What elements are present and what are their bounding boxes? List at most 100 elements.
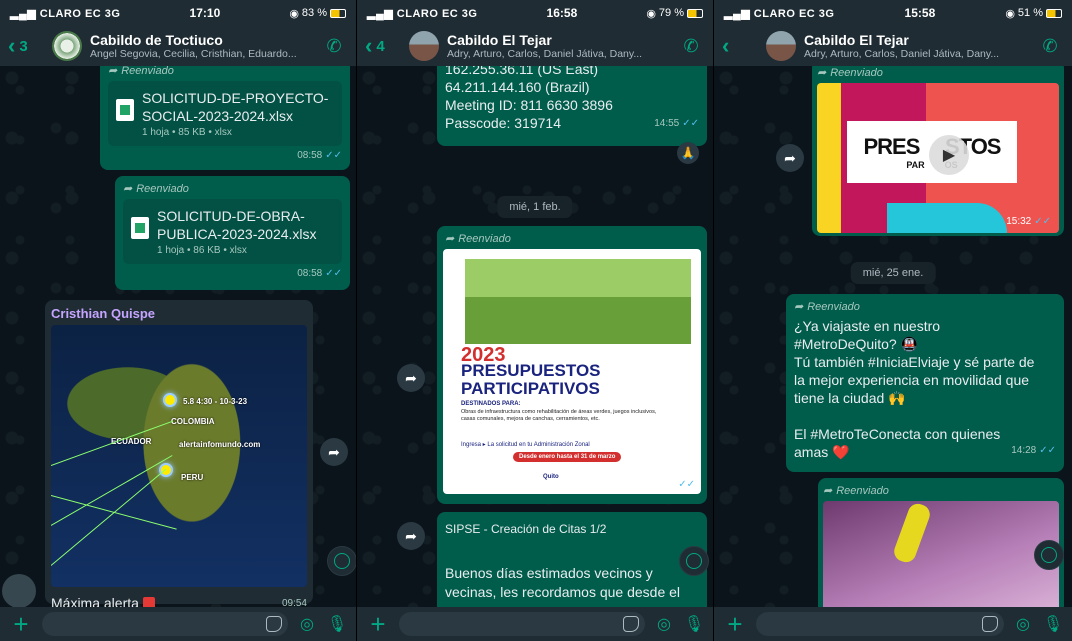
file-card[interactable]: SOLICITUD-DE-OBRA-PUBLICA-2023-2024.xlsx… — [123, 199, 342, 264]
sticker-icon[interactable] — [623, 616, 639, 632]
text-line: #MetroDeQuito? 🚇 — [794, 336, 919, 352]
poster-destinados: DESTINADOS PARA: — [461, 401, 521, 407]
screenshot-collage: ▂▄▆ CLARO EC 3G 17:10 ◉ 83 % ‹ 3 Cabildo … — [0, 0, 1072, 641]
text-line: 162.255.36.11 (US East) — [445, 66, 599, 77]
forward-share-icon[interactable]: ➦ — [776, 144, 804, 172]
play-icon[interactable]: ▶ — [929, 135, 969, 175]
add-call-icon[interactable]: ✆ — [1036, 36, 1064, 57]
unread-count: 4 — [376, 37, 385, 55]
camera-icon[interactable]: ◎ — [653, 614, 675, 634]
sender-name: Cristhian Quispe — [51, 306, 156, 321]
chat-header[interactable]: ‹ 4 Cabildo El Tejar Adry, Arturo, Carlos… — [357, 26, 713, 66]
attach-plus-icon[interactable]: + — [8, 609, 34, 640]
forward-share-icon[interactable]: ➦ — [397, 364, 425, 392]
message-input[interactable] — [756, 612, 1004, 636]
back-button[interactable]: ‹ 4 — [365, 33, 409, 59]
microphone-icon[interactable]: 🎙 — [1042, 614, 1064, 634]
microphone-icon[interactable]: 🎙 — [683, 614, 705, 634]
sticker-icon[interactable] — [266, 616, 282, 632]
battery-icon — [687, 8, 703, 18]
group-info[interactable]: Cabildo El Tejar Adry, Arturo, Carlos, D… — [804, 32, 1036, 60]
spreadsheet-icon — [131, 217, 149, 239]
poster-dates: Desde enero hasta el 31 de marzo — [513, 452, 622, 462]
chat-header[interactable]: ‹ 3 Cabildo de Toctiuco Angel Segovia, Ce… — [0, 26, 356, 66]
text-line: Meeting ID: 811 6630 3896 — [445, 97, 613, 113]
scroll-down-button[interactable] — [1034, 540, 1064, 570]
clock: 15:58 — [904, 6, 936, 20]
clock: 16:58 — [546, 6, 578, 20]
message-input[interactable] — [42, 612, 288, 636]
chevron-left-icon: ‹ — [8, 33, 16, 58]
message-text-bubble[interactable]: ➦ Reenviado ¿Ya viajaste en nuestro #Metr… — [786, 294, 1064, 472]
camera-icon[interactable]: ◎ — [1012, 614, 1034, 634]
sender-avatar[interactable] — [2, 574, 36, 607]
map-line — [51, 455, 173, 526]
message-file-bubble[interactable]: ➦ Reenviado SOLICITUD-DE-PROYECTO-SOCIAL-… — [100, 66, 350, 170]
read-ticks-icon: ✓✓ — [682, 118, 699, 129]
attach-plus-icon[interactable]: + — [722, 609, 748, 640]
forward-share-icon[interactable]: ➦ — [397, 522, 425, 550]
message-list[interactable]: ➦Reenviado PRES STOS PAR OS ▶ 15:32✓✓ ➦ … — [714, 66, 1072, 607]
composer-bar: + ◎ 🎙 — [357, 607, 713, 641]
microphone-icon[interactable]: 🎙 — [326, 614, 348, 634]
text-line — [794, 407, 1056, 425]
add-call-icon[interactable]: ✆ — [320, 36, 348, 57]
text-line: ¿Ya viajaste en nuestro — [794, 318, 941, 334]
message-file-bubble[interactable]: ➦ Reenviado SOLICITUD-DE-OBRA-PUBLICA-202… — [115, 176, 350, 290]
file-meta: 1 hoja • 86 KB • xlsx — [157, 245, 247, 256]
camera-icon[interactable]: ◎ — [296, 614, 318, 634]
message-text-bubble[interactable]: 162.255.36.11 (US East) 64.211.144.160 (… — [437, 66, 707, 146]
message-list[interactable]: 162.255.36.11 (US East) 64.211.144.160 (… — [357, 66, 713, 607]
chevron-left-icon: ‹ — [365, 33, 373, 58]
forward-share-icon[interactable]: ➦ — [320, 438, 348, 466]
carrier-signal: ▂▄▆ CLARO EC 3G — [10, 7, 121, 20]
group-avatar[interactable] — [52, 31, 82, 61]
file-meta: 1 hoja • 85 KB • xlsx — [142, 127, 232, 138]
message-video-bubble[interactable]: ➦Reenviado PRES STOS PAR OS ▶ 15:32✓✓ — [812, 66, 1064, 236]
message-image-bubble[interactable]: Cristhian Quispe 5.8 4:30 - 10-3-23 COLO… — [45, 300, 313, 607]
text-line: la mejor experiencia en movilidad que — [794, 372, 1030, 388]
add-call-icon[interactable]: ✆ — [677, 36, 705, 57]
poster-obras: Obras de infraestructura como rehabilita… — [461, 409, 657, 422]
presupuestos-video-thumbnail[interactable]: PRES STOS PAR OS ▶ 15:32✓✓ — [817, 83, 1059, 233]
group-info[interactable]: Cabildo de Toctiuco Angel Segovia, Cecil… — [90, 32, 320, 60]
back-button[interactable]: ‹ 3 — [8, 33, 52, 59]
map-label: COLOMBIA — [171, 417, 215, 426]
group-avatar[interactable] — [409, 31, 439, 61]
earthquake-map-image[interactable]: 5.8 4:30 - 10-3-23 COLOMBIA ECUADOR aler… — [51, 325, 307, 587]
attach-plus-icon[interactable]: + — [365, 609, 391, 640]
group-name: Cabildo de Toctiuco — [90, 32, 223, 48]
group-name: Cabildo El Tejar — [447, 32, 552, 48]
file-card[interactable]: SOLICITUD-DE-PROYECTO-SOCIAL-2023-2024.x… — [108, 81, 342, 146]
forwarded-photo[interactable] — [823, 501, 1059, 607]
group-avatar[interactable] — [766, 31, 796, 61]
group-info[interactable]: Cabildo El Tejar Adry, Arturo, Carlos, D… — [447, 32, 677, 60]
read-ticks-icon: ✓✓ — [678, 479, 695, 490]
forwarded-label: ➦ Reenviado — [123, 182, 189, 196]
message-input[interactable] — [399, 612, 645, 636]
message-image-bubble[interactable]: ➦ Reenviado 2023 PRESUPUESTOS PARTICIPATIV… — [437, 226, 707, 504]
battery-icon — [1046, 8, 1062, 18]
chat-header[interactable]: ‹ Cabildo El Tejar Adry, Arturo, Carlos,… — [714, 26, 1072, 66]
message-text-bubble[interactable]: SIPSE - Creación de Citas 1/2 Buenos día… — [437, 512, 707, 607]
scroll-down-button[interactable] — [679, 546, 709, 576]
battery-status: ◉ 51 % — [1005, 7, 1062, 20]
map-label: 5.8 4:30 - 10-3-23 — [183, 397, 248, 406]
map-line — [51, 468, 167, 566]
back-button[interactable]: ‹ — [722, 33, 766, 59]
metro-text: ¿Ya viajaste en nuestro #MetroDeQuito? 🚇… — [794, 317, 1056, 461]
spreadsheet-icon — [116, 99, 134, 121]
message-list[interactable]: ➦ Reenviado SOLICITUD-DE-PROYECTO-SOCIAL-… — [0, 66, 356, 607]
playground-photo — [465, 259, 691, 344]
unread-count: 3 — [19, 37, 28, 55]
message-image-bubble[interactable]: ➦ Reenviado — [818, 478, 1064, 607]
group-members: Adry, Arturo, Carlos, Daniel Játiva, Dan… — [804, 48, 1000, 60]
caption-row: Máxima alerta 09:54 — [51, 595, 307, 607]
forward-arrow-icon: ➦ — [445, 233, 455, 245]
sticker-icon[interactable] — [982, 616, 998, 632]
forward-arrow-icon: ➦ — [794, 301, 804, 313]
composer-bar: + ◎ 🎙 — [0, 607, 356, 641]
reaction-badge[interactable]: 🙏 — [677, 142, 699, 164]
presupuestos-poster-image[interactable]: 2023 PRESUPUESTOS PARTICIPATIVOS DESTINAD… — [443, 249, 701, 494]
scroll-down-button[interactable] — [327, 546, 356, 576]
